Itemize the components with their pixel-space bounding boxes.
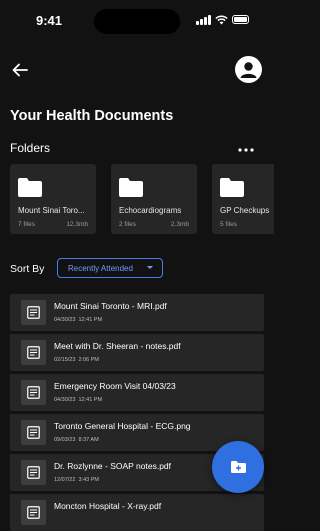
folder-icon [18, 178, 42, 197]
document-time: 3:43 PM [78, 477, 99, 483]
more-options-button[interactable] [238, 143, 254, 152]
document-name: Toronto General Hospital - ECG.png [54, 421, 191, 431]
document-name: Moncton Hospital - X-ray.pdf [54, 501, 162, 511]
folder-name: Echocardiograms [119, 206, 182, 215]
user-icon [240, 62, 257, 78]
folder-file-count: 7 files [18, 221, 35, 228]
folder-size: 12.3mb [66, 221, 88, 228]
folder-card[interactable]: Mount Sinai Toro... 7 files 12.3mb [10, 164, 96, 234]
document-time: 12:41 PM [78, 317, 103, 323]
arrow-left-icon [12, 63, 28, 77]
folder-icon [220, 178, 244, 197]
dynamic-island [94, 9, 180, 34]
document-name: Dr. Rozlynne - SOAP notes.pdf [54, 461, 172, 471]
folder-card[interactable]: Echocardiograms 2 files 2.3mb [111, 164, 197, 234]
battery-icon [231, 15, 249, 24]
status-icons [196, 14, 249, 25]
folders-heading: Folders [10, 141, 51, 155]
document-icon [21, 460, 46, 485]
document-time: 12:41 PM [78, 397, 103, 403]
document-time: 8:37 AM [78, 437, 99, 443]
folder-card[interactable]: GP Checkups 5 files [212, 164, 274, 234]
document-row[interactable]: Meet with Dr. Sheeran - notes.pdf 02/15/… [10, 334, 264, 371]
document-datetime: 04/30/23 12:41 PM [54, 317, 102, 323]
back-button[interactable] [8, 58, 32, 82]
document-row[interactable]: Mount Sinai Toronto - MRI.pdf 04/30/23 1… [10, 294, 264, 331]
document-icon [21, 300, 46, 325]
document-row[interactable]: Moncton Hospital - X-ray.pdf [10, 494, 264, 531]
status-time: 9:41 [36, 13, 63, 28]
document-row[interactable]: Emergency Room Visit 04/03/23 04/30/23 1… [10, 374, 264, 411]
folder-add-icon [230, 461, 246, 473]
document-name: Emergency Room Visit 04/03/23 [54, 381, 176, 391]
document-datetime: 02/15/23 2:06 PM [54, 357, 99, 363]
document-time: 2:06 PM [78, 357, 99, 363]
more-horizontal-icon [238, 148, 254, 152]
status-bar: 9:41 [0, 0, 274, 40]
document-name: Meet with Dr. Sheeran - notes.pdf [54, 341, 181, 351]
document-date: 02/15/23 [54, 357, 76, 363]
cellular-signal-icon [196, 14, 211, 25]
document-date: 04/30/23 [54, 397, 76, 403]
sort-label: Sort By [10, 263, 45, 275]
folder-icon [119, 178, 143, 197]
page-title: Your Health Documents [10, 108, 174, 124]
sort-dropdown[interactable]: Recently Attended [57, 258, 163, 278]
folder-name: Mount Sinai Toro... [18, 206, 85, 215]
wifi-icon [214, 14, 228, 24]
document-icon [21, 500, 46, 525]
document-date: 09/03/23 [54, 437, 76, 443]
document-datetime: 09/03/23 8:37 AM [54, 437, 99, 443]
sort-selected-value: Recently Attended [68, 263, 133, 273]
document-datetime: 12/07/22 3:43 PM [54, 477, 99, 483]
document-icon [21, 340, 46, 365]
document-date: 12/07/22 [54, 477, 76, 483]
add-document-button[interactable] [212, 441, 264, 493]
folder-size: 2.3mb [170, 221, 189, 228]
document-datetime: 04/30/23 12:41 PM [54, 397, 102, 403]
document-date: 04/30/23 [54, 317, 76, 323]
avatar[interactable] [235, 56, 262, 83]
document-icon [21, 380, 46, 405]
folder-file-count: 2 files [119, 221, 136, 228]
folder-file-count: 5 files [220, 221, 237, 228]
document-icon [21, 420, 46, 445]
caret-down-icon [147, 266, 153, 269]
folder-name: GP Checkups [220, 206, 270, 215]
folders-carousel[interactable]: Mount Sinai Toro... 7 files 12.3mb Echoc… [10, 164, 274, 236]
document-name: Mount Sinai Toronto - MRI.pdf [54, 301, 167, 311]
